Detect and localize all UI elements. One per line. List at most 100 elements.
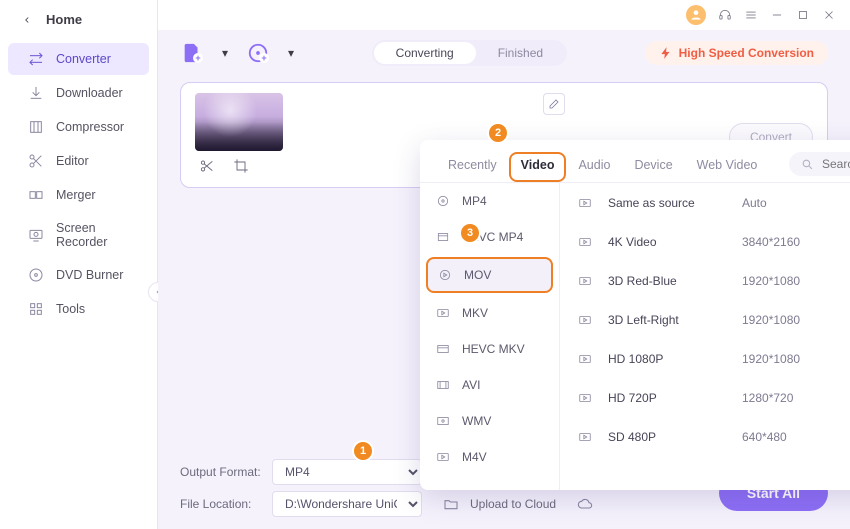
grid-icon [28, 301, 44, 317]
search-input[interactable] [820, 156, 850, 172]
add-file-button[interactable]: + [180, 42, 204, 64]
avatar[interactable] [686, 5, 706, 25]
sidebar-item-editor[interactable]: Editor [8, 145, 149, 177]
video-icon [576, 196, 594, 210]
format-mp4[interactable]: MP4 [420, 183, 559, 219]
tab-recently[interactable]: Recently [436, 152, 509, 182]
format-icon [434, 414, 452, 428]
tab-device[interactable]: Device [622, 152, 684, 182]
output-format-select[interactable]: MP4 [272, 459, 422, 485]
video-icon [576, 391, 594, 405]
format-popover: Recently Video Audio Device Web Video MP… [420, 140, 850, 490]
format-icon [434, 230, 452, 244]
format-icon [434, 194, 452, 208]
format-icon [434, 306, 452, 320]
home-label: Home [46, 12, 82, 27]
sidebar-item-dvd-burner[interactable]: DVD Burner [8, 259, 149, 291]
minimize-button[interactable] [770, 8, 784, 22]
sidebar-item-label: Tools [56, 302, 85, 316]
tab-audio[interactable]: Audio [566, 152, 622, 182]
main-panel: + ▾ + ▾ Converting Finished High Speed C… [158, 30, 850, 529]
format-icon [434, 450, 452, 464]
merger-icon [28, 187, 44, 203]
close-button[interactable] [822, 8, 836, 22]
search-icon [801, 158, 814, 171]
cloud-icon[interactable] [576, 495, 594, 513]
maximize-button[interactable] [796, 8, 810, 22]
toolbar: + ▾ + ▾ Converting Finished High Speed C… [158, 30, 850, 76]
preset-row[interactable]: SD 480P640*480 [560, 417, 850, 456]
high-speed-toggle[interactable]: High Speed Conversion [645, 41, 828, 65]
tab-converting[interactable]: Converting [374, 42, 476, 64]
chevron-left-icon [22, 15, 32, 25]
format-mov[interactable]: MOV [426, 257, 553, 293]
recorder-icon [28, 227, 44, 243]
format-wmv[interactable]: WMV [420, 403, 559, 439]
crop-button[interactable] [229, 155, 253, 177]
sidebar-item-label: DVD Burner [56, 268, 123, 282]
sidebar-item-compressor[interactable]: Compressor [8, 111, 149, 143]
preset-row[interactable]: 3D Red-Blue1920*1080 [560, 261, 850, 300]
sidebar-item-label: Editor [56, 154, 89, 168]
video-icon [576, 352, 594, 366]
home-link[interactable]: Home [0, 0, 157, 41]
disc-icon [28, 267, 44, 283]
download-icon [28, 85, 44, 101]
preset-row[interactable]: 3D Left-Right1920*1080 [560, 300, 850, 339]
folder-icon[interactable] [442, 495, 460, 513]
sidebar-item-merger[interactable]: Merger [8, 179, 149, 211]
video-icon [576, 274, 594, 288]
sidebar-item-label: Compressor [56, 120, 124, 134]
sidebar-item-screen-recorder[interactable]: Screen Recorder [8, 213, 149, 257]
file-location-select[interactable]: D:\Wondershare UniConverter 1 [272, 491, 422, 517]
callout-2: 2 [489, 124, 507, 142]
format-mkv[interactable]: MKV [420, 295, 559, 331]
video-thumbnail[interactable] [195, 93, 283, 151]
converter-icon [28, 51, 44, 67]
popover-tabs: Recently Video Audio Device Web Video [420, 140, 850, 183]
menu-icon[interactable] [744, 8, 758, 22]
sidebar: Home Converter Downloader Compressor Edi… [0, 0, 158, 529]
sidebar-item-converter[interactable]: Converter [8, 43, 149, 75]
callout-3: 3 [461, 224, 479, 242]
scissors-icon [28, 153, 44, 169]
edit-title-button[interactable] [543, 93, 565, 115]
tab-webvideo[interactable]: Web Video [685, 152, 770, 182]
upload-label: Upload to Cloud [470, 497, 556, 511]
preset-row[interactable]: HD 1080P1920*1080 [560, 339, 850, 378]
output-format-label: Output Format: [180, 465, 262, 479]
sidebar-item-label: Converter [56, 52, 111, 66]
trim-button[interactable] [195, 155, 219, 177]
preset-list: Same as sourceAuto 4K Video3840*2160 3D … [560, 183, 850, 490]
format-icon [434, 342, 452, 356]
format-icon [436, 268, 454, 282]
caret-icon[interactable]: ▾ [288, 46, 294, 60]
file-location-label: File Location: [180, 497, 262, 511]
sidebar-item-downloader[interactable]: Downloader [8, 77, 149, 109]
preset-row[interactable]: Same as sourceAuto [560, 183, 850, 222]
format-search[interactable] [789, 152, 850, 176]
video-icon [576, 313, 594, 327]
file-tool-row [195, 155, 253, 177]
sidebar-item-tools[interactable]: Tools [8, 293, 149, 325]
sidebar-item-label: Screen Recorder [56, 221, 137, 249]
preset-row[interactable]: 4K Video3840*2160 [560, 222, 850, 261]
plus-icon: + [193, 53, 203, 63]
tab-video[interactable]: Video [509, 152, 567, 182]
hsc-label: High Speed Conversion [679, 46, 814, 60]
format-avi[interactable]: AVI [420, 367, 559, 403]
preset-row[interactable]: HD 720P1280*720 [560, 378, 850, 417]
format-m4v[interactable]: M4V [420, 439, 559, 475]
status-tabs: Converting Finished [372, 40, 567, 66]
window-titlebar [686, 0, 850, 30]
headset-icon[interactable] [718, 8, 732, 22]
format-hevc-mkv[interactable]: HEVC MKV [420, 331, 559, 367]
add-disc-button[interactable]: + [246, 42, 270, 64]
sidebar-item-label: Merger [56, 188, 96, 202]
sidebar-item-label: Downloader [56, 86, 123, 100]
tab-finished[interactable]: Finished [476, 42, 565, 64]
caret-icon[interactable]: ▾ [222, 46, 228, 60]
format-hevc-mp4[interactable]: HEVC MP4 [420, 219, 559, 255]
bolt-icon [659, 46, 673, 60]
callout-1: 1 [354, 442, 372, 460]
